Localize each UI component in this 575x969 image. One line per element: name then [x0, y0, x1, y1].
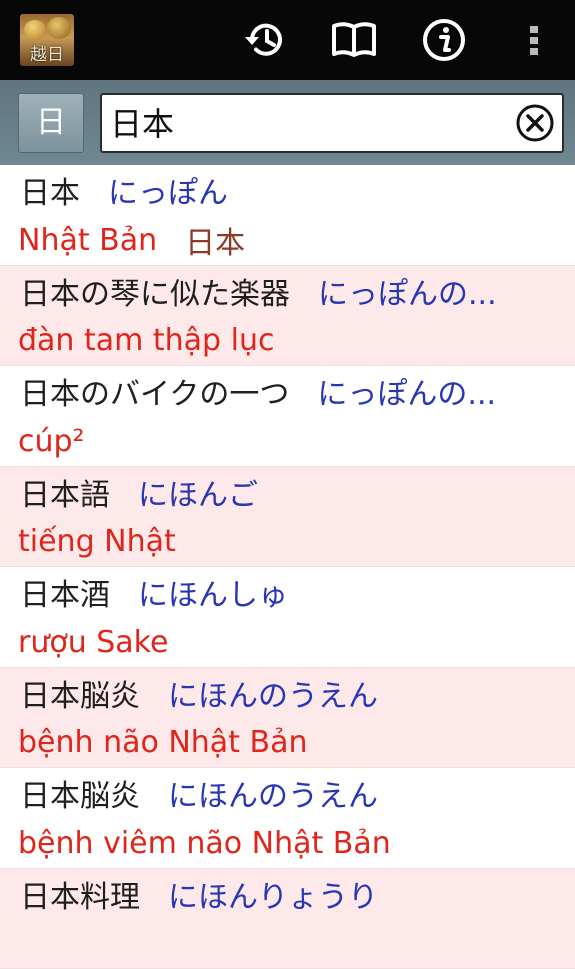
result-reading: にほんのうえん: [168, 771, 378, 815]
action-bar: 越日: [0, 0, 575, 80]
result-row[interactable]: 日本脳炎 にほんのうえん bệnh não Nhật Bản: [0, 668, 575, 769]
result-word: 日本酒: [20, 570, 110, 614]
result-row[interactable]: 日本の琴に似た楽器 にっぽんの... đàn tam thập lục: [0, 266, 575, 367]
result-row[interactable]: 日本 にっぽん Nhật Bản 日本: [0, 165, 575, 266]
result-kanji: 日本: [185, 218, 245, 262]
search-input[interactable]: [110, 99, 500, 145]
result-row[interactable]: 日本のバイクの一つ にっぽんの... cúp²: [0, 366, 575, 467]
result-word: 日本料理: [20, 872, 140, 916]
result-word: 日本脳炎: [20, 671, 140, 715]
result-word: 日本の琴に似た楽器: [20, 269, 290, 313]
result-row[interactable]: 日本料理 にほんりょうり: [0, 869, 575, 969]
result-reading: にほんのうえん: [168, 671, 378, 715]
result-reading: にほんりょうり: [168, 872, 378, 916]
book-icon[interactable]: [331, 17, 377, 63]
result-meaning: rượu Sake: [18, 625, 168, 660]
search-bar: 日: [0, 80, 575, 165]
history-icon[interactable]: [241, 17, 287, 63]
result-meaning: cúp²: [18, 424, 85, 459]
result-reading: にっぽん: [108, 168, 228, 212]
result-meaning: đàn tam thập lục: [18, 323, 274, 358]
result-meaning: bệnh viêm não Nhật Bản: [18, 826, 391, 861]
result-word: 日本: [20, 168, 80, 212]
result-word: 日本語: [20, 470, 110, 514]
result-reading: にほんしゅ: [138, 570, 288, 614]
result-meaning: tiếng Nhật: [18, 524, 176, 559]
app-logo[interactable]: 越日: [20, 14, 74, 66]
result-meaning: bệnh não Nhật Bản: [18, 725, 307, 760]
result-meaning: Nhật Bản: [18, 223, 157, 258]
results-list: 日本 にっぽん Nhật Bản 日本 日本の琴に似た楽器 にっぽんの... đ…: [0, 165, 575, 969]
result-reading: にっぽんの...: [318, 269, 497, 313]
result-reading: にっぽんの...: [317, 369, 496, 413]
result-row[interactable]: 日本酒 にほんしゅ rượu Sake: [0, 567, 575, 668]
logo-ball-right: [47, 17, 71, 39]
overflow-menu-icon[interactable]: [512, 17, 556, 63]
result-word: 日本のバイクの一つ: [20, 369, 289, 413]
search-box: [100, 93, 564, 153]
result-row[interactable]: 日本語 にほんご tiếng Nhật: [0, 467, 575, 568]
logo-text: 越日: [20, 40, 74, 65]
logo-ball-left: [24, 20, 46, 40]
result-word: 日本脳炎: [20, 771, 140, 815]
info-icon[interactable]: [421, 17, 467, 63]
language-toggle-button[interactable]: 日: [18, 93, 84, 153]
result-row[interactable]: 日本脳炎 にほんのうえん bệnh viêm não Nhật Bản: [0, 768, 575, 869]
clear-search-icon[interactable]: [514, 102, 556, 144]
result-reading: にほんご: [138, 470, 258, 514]
